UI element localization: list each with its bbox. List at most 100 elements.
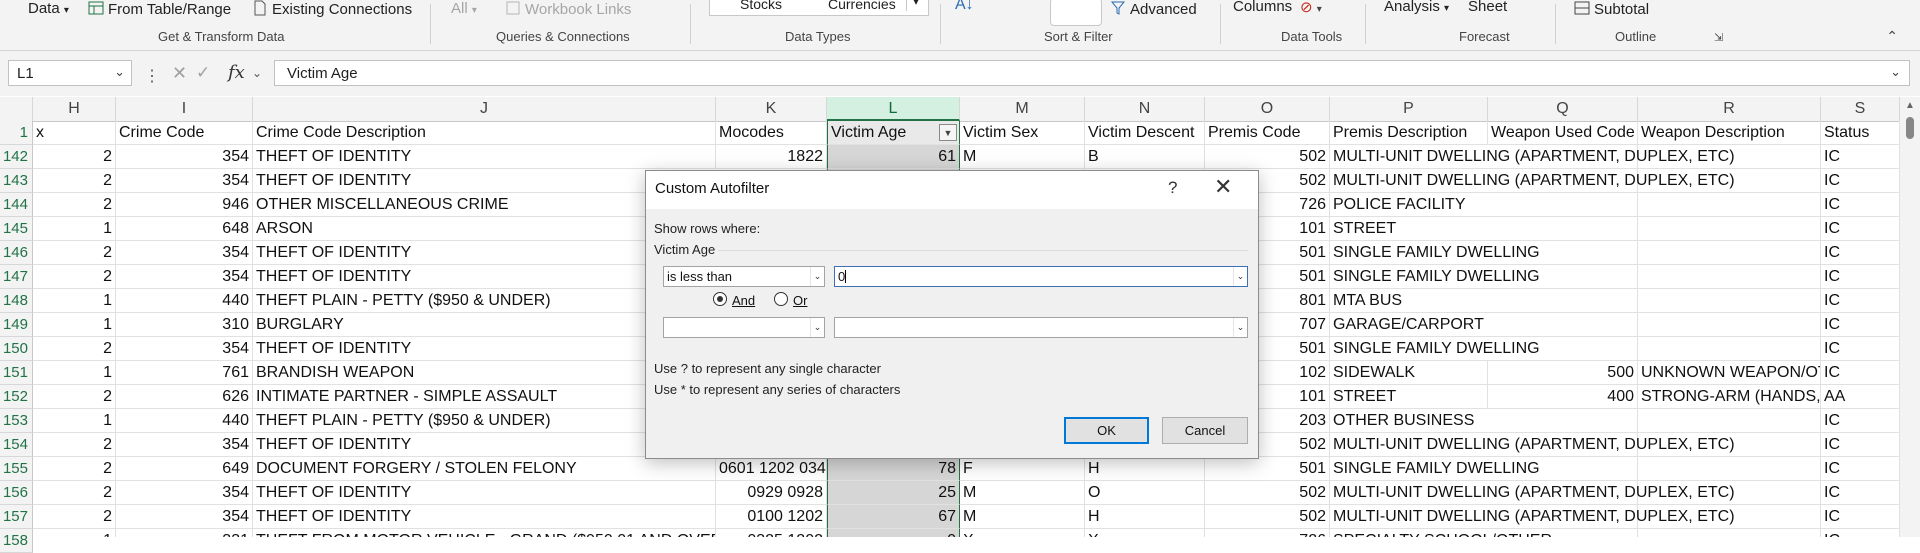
more-options-icon[interactable]: ⋮ bbox=[144, 66, 160, 86]
cell-j[interactable]: THEFT OF IDENTITY bbox=[253, 505, 716, 529]
cell-o[interactable]: 726 bbox=[1205, 529, 1330, 537]
from-table-button[interactable]: From Table/Range bbox=[88, 0, 231, 18]
cell-j[interactable]: THEFT OF IDENTITY bbox=[253, 145, 716, 169]
header-cell-p[interactable]: Premis Description bbox=[1330, 121, 1488, 145]
cell-m[interactable]: M bbox=[960, 505, 1085, 529]
header-cell-h[interactable]: x bbox=[33, 121, 116, 145]
cell-p[interactable]: MULTI-UNIT DWELLING (APARTMENT, DUPLEX, … bbox=[1330, 481, 1735, 505]
column-header-n[interactable]: N bbox=[1085, 97, 1205, 121]
cell-l[interactable]: 78 bbox=[827, 457, 960, 481]
cell-k[interactable]: 0601 1202 0344 bbox=[716, 457, 827, 481]
cell-n[interactable]: H bbox=[1085, 505, 1205, 529]
cell-r[interactable] bbox=[1638, 337, 1821, 361]
collapse-ribbon-icon[interactable]: ⌃ bbox=[1886, 28, 1898, 45]
cell-r[interactable] bbox=[1638, 265, 1821, 289]
cell-s[interactable]: IC bbox=[1821, 529, 1900, 537]
stocks-type[interactable]: Stocks bbox=[740, 0, 782, 12]
cell-p[interactable]: MULTI-UNIT DWELLING (APARTMENT, DUPLEX, … bbox=[1330, 169, 1735, 193]
cell-s[interactable]: IC bbox=[1821, 289, 1900, 313]
cell-p[interactable]: SINGLE FAMILY DWELLING bbox=[1330, 457, 1540, 481]
column-header-q[interactable]: Q bbox=[1488, 97, 1638, 121]
ok-button[interactable]: OK bbox=[1064, 417, 1149, 444]
row-header[interactable]: 145 bbox=[0, 217, 33, 241]
cell-h[interactable]: 1 bbox=[33, 409, 116, 433]
cell-s[interactable]: IC bbox=[1821, 217, 1900, 241]
cell-h[interactable]: 2 bbox=[33, 481, 116, 505]
header-cell-m[interactable]: Victim Sex bbox=[960, 121, 1085, 145]
workbook-links-button[interactable]: Workbook Links bbox=[505, 0, 631, 18]
cell-h[interactable]: 1 bbox=[33, 217, 116, 241]
cell-h[interactable]: 2 bbox=[33, 241, 116, 265]
cell-i[interactable]: 648 bbox=[116, 217, 253, 241]
cell-k[interactable]: 0929 0928 bbox=[716, 481, 827, 505]
cell-p[interactable]: SINGLE FAMILY DWELLING bbox=[1330, 265, 1540, 289]
cell-r[interactable] bbox=[1638, 193, 1821, 217]
chevron-down-icon[interactable]: ⌄ bbox=[252, 66, 262, 80]
row-header[interactable]: 150 bbox=[0, 337, 33, 361]
insert-function-icon[interactable]: fx bbox=[228, 62, 245, 83]
row-header[interactable]: 158 bbox=[0, 529, 33, 553]
forecast-sheet-button[interactable]: Sheet bbox=[1468, 0, 1507, 16]
header-cell-k[interactable]: Mocodes bbox=[716, 121, 827, 145]
column-header-i[interactable]: I bbox=[116, 97, 253, 121]
name-box[interactable]: L1 ⌄ bbox=[8, 60, 132, 86]
row-header[interactable]: 144 bbox=[0, 193, 33, 217]
cell-s[interactable]: IC bbox=[1821, 169, 1900, 193]
cell-s[interactable]: AA bbox=[1821, 385, 1900, 409]
and-radio[interactable] bbox=[713, 292, 727, 306]
cell-i[interactable]: 946 bbox=[116, 193, 253, 217]
cell-h[interactable]: 2 bbox=[33, 385, 116, 409]
cell-k[interactable]: 0325 1202 bbox=[716, 529, 827, 537]
column-header-s[interactable]: S bbox=[1821, 97, 1900, 121]
gallery-more-icon[interactable]: ▾ bbox=[906, 0, 925, 11]
column-header-r[interactable]: R bbox=[1638, 97, 1821, 121]
cell-k[interactable]: 1822 bbox=[716, 145, 827, 169]
or-radio[interactable] bbox=[774, 292, 788, 306]
cancel-button[interactable]: Cancel bbox=[1162, 417, 1248, 444]
cell-i[interactable]: 354 bbox=[116, 433, 253, 457]
header-cell-r[interactable]: Weapon Description bbox=[1638, 121, 1821, 145]
cell-j[interactable]: THEFT FROM MOTOR VEHICLE - GRAND ($950.0… bbox=[253, 529, 716, 537]
cell-s[interactable]: IC bbox=[1821, 505, 1900, 529]
column-header-k[interactable]: K bbox=[716, 97, 827, 121]
cell-l[interactable]: 25 bbox=[827, 481, 960, 505]
cell-r[interactable] bbox=[1638, 409, 1821, 433]
cell-m[interactable]: M bbox=[960, 481, 1085, 505]
help-icon[interactable]: ? bbox=[1168, 178, 1177, 198]
cell-h[interactable]: 2 bbox=[33, 505, 116, 529]
chevron-down-icon[interactable]: ⌄ bbox=[114, 64, 125, 80]
cell-j[interactable]: THEFT OF IDENTITY bbox=[253, 481, 716, 505]
currencies-type[interactable]: Currencies bbox=[828, 0, 896, 12]
enter-icon[interactable]: ✓ bbox=[196, 63, 210, 83]
row-header[interactable]: 157 bbox=[0, 505, 33, 529]
subtotal-button[interactable]: Subtotal bbox=[1574, 0, 1649, 18]
cell-r[interactable]: UNKNOWN WEAPON/OT bbox=[1638, 361, 1821, 385]
cell-i[interactable]: 354 bbox=[116, 337, 253, 361]
header-cell-i[interactable]: Crime Code bbox=[116, 121, 253, 145]
cell-q[interactable]: 500 bbox=[1488, 361, 1638, 385]
operator2-select[interactable]: ⌄ bbox=[663, 317, 825, 338]
cell-s[interactable]: IC bbox=[1821, 145, 1900, 169]
row-header[interactable]: 149 bbox=[0, 313, 33, 337]
scroll-up-icon[interactable]: ▲ bbox=[1905, 100, 1915, 111]
column-header-o[interactable]: O bbox=[1205, 97, 1330, 121]
cell-h[interactable]: 1 bbox=[33, 289, 116, 313]
cell-i[interactable]: 310 bbox=[116, 313, 253, 337]
cell-p[interactable]: SPECIALTY SCHOOL/OTHER bbox=[1330, 529, 1552, 537]
text-to-columns-button[interactable]: Columns bbox=[1233, 0, 1292, 16]
cell-q[interactable]: 400 bbox=[1488, 385, 1638, 409]
column-header-l[interactable]: L bbox=[827, 97, 960, 121]
header-cell-q[interactable]: Weapon Used Code bbox=[1488, 121, 1638, 145]
row-header[interactable]: 155 bbox=[0, 457, 33, 481]
row-header[interactable]: 156 bbox=[0, 481, 33, 505]
cell-h[interactable]: 2 bbox=[33, 193, 116, 217]
column-header-m[interactable]: M bbox=[960, 97, 1085, 121]
cell-o[interactable]: 502 bbox=[1205, 145, 1330, 169]
refresh-all-button[interactable]: All ▾ bbox=[451, 0, 477, 18]
chevron-down-icon[interactable]: ⌄ bbox=[810, 318, 824, 337]
cell-p[interactable]: POLICE FACILITY bbox=[1330, 193, 1488, 217]
operator1-select[interactable]: is less than ⌄ bbox=[663, 266, 825, 287]
filter-button[interactable] bbox=[1050, 0, 1102, 26]
cell-m[interactable]: F bbox=[960, 457, 1085, 481]
chevron-down-icon[interactable]: ⌄ bbox=[1233, 318, 1247, 337]
